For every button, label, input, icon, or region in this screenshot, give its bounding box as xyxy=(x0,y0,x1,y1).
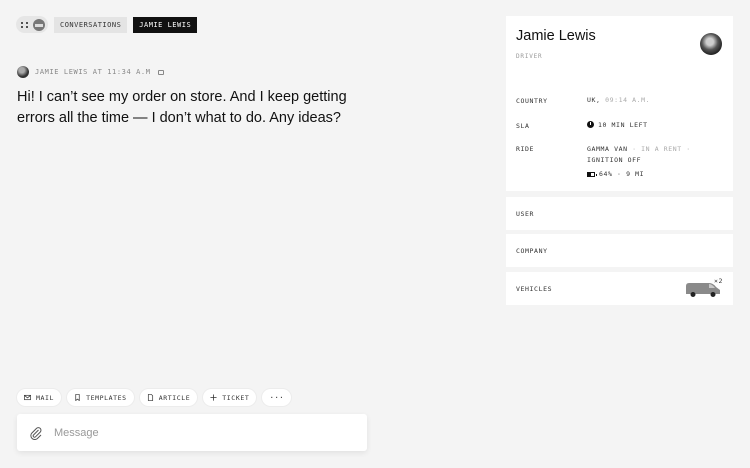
article-button[interactable]: ARTICLE xyxy=(139,389,198,406)
avatar xyxy=(17,66,29,78)
company-section[interactable]: COMPANY xyxy=(506,234,733,267)
document-icon xyxy=(147,394,153,401)
mail-button[interactable]: MAIL xyxy=(17,389,62,406)
vehicles-section[interactable]: VEHICLES ×2 xyxy=(506,272,733,305)
message-meta: JAMIE LEWIS AT 11:34 A.M xyxy=(17,66,164,78)
local-time: 09:14 A.M. xyxy=(605,96,651,104)
ride-label: RIDE xyxy=(516,145,535,153)
vehicles-section-label: VEHICLES xyxy=(516,284,553,293)
country-value: UK, 09:14 A.M. xyxy=(587,95,650,106)
profile-avatar xyxy=(700,33,722,55)
brand-logo xyxy=(33,18,45,31)
battery-row: 64% · 9 MI xyxy=(587,169,644,180)
message-input[interactable] xyxy=(54,426,334,439)
sla-label: SLA xyxy=(516,122,530,130)
apps-menu-button[interactable] xyxy=(16,16,48,33)
country-name: UK, xyxy=(587,96,601,104)
profile-card: Jamie Lewis DRIVER COUNTRY UK, 09:14 A.M… xyxy=(506,16,733,191)
breadcrumb-jamie-lewis[interactable]: JAMIE LEWIS xyxy=(133,16,198,33)
profile-role: DRIVER xyxy=(516,53,543,60)
templates-label: TEMPLATES xyxy=(86,393,127,402)
company-section-label: COMPANY xyxy=(516,246,548,255)
ride-value: GAMMA VAN · IN A RENT · IGNITION OFF xyxy=(587,144,727,166)
article-label: ARTICLE xyxy=(158,393,191,402)
ride-vehicle[interactable]: GAMMA VAN xyxy=(587,145,628,153)
battery-icon xyxy=(587,172,597,177)
battery-text: 64% · 9 MI xyxy=(599,170,645,178)
sla-text: 10 MIN LEFT xyxy=(598,121,648,129)
mail-icon xyxy=(24,394,31,401)
user-section[interactable]: USER xyxy=(506,197,733,230)
comment-icon[interactable] xyxy=(157,69,164,75)
paperclip-icon[interactable] xyxy=(29,426,43,440)
ticket-button[interactable]: TICKET xyxy=(203,389,257,406)
ticket-label: TICKET xyxy=(222,393,250,402)
vehicles-count: ×2 xyxy=(713,277,723,285)
plus-icon xyxy=(210,394,217,401)
more-icon: ··· xyxy=(269,393,284,402)
country-label: COUNTRY xyxy=(516,97,548,105)
profile-name: Jamie Lewis xyxy=(516,28,596,44)
user-section-label: USER xyxy=(516,209,535,218)
bookmark-icon xyxy=(75,394,80,401)
mail-label: MAIL xyxy=(36,393,55,402)
ride-status: · IN A RENT · xyxy=(627,145,691,153)
templates-button[interactable]: TEMPLATES xyxy=(67,389,134,406)
breadcrumb-conversations[interactable]: CONVERSATIONS xyxy=(54,16,128,33)
top-bar: CONVERSATIONS JAMIE LEWIS xyxy=(16,16,198,33)
sla-value: 10 MIN LEFT xyxy=(587,120,648,131)
action-bar: MAIL TEMPLATES ARTICLE TICKET ··· xyxy=(17,389,291,406)
message-body: Hi! I can’t see my order on store. And I… xyxy=(17,89,347,126)
more-button[interactable]: ··· xyxy=(262,389,291,406)
clock-icon xyxy=(587,121,594,128)
message-author-time: JAMIE LEWIS AT 11:34 A.M xyxy=(35,68,151,76)
ride-state: IGNITION OFF xyxy=(587,156,642,164)
vehicles-thumbnail: ×2 xyxy=(685,277,723,299)
apps-grid-icon xyxy=(21,21,29,28)
message-composer xyxy=(17,414,367,451)
